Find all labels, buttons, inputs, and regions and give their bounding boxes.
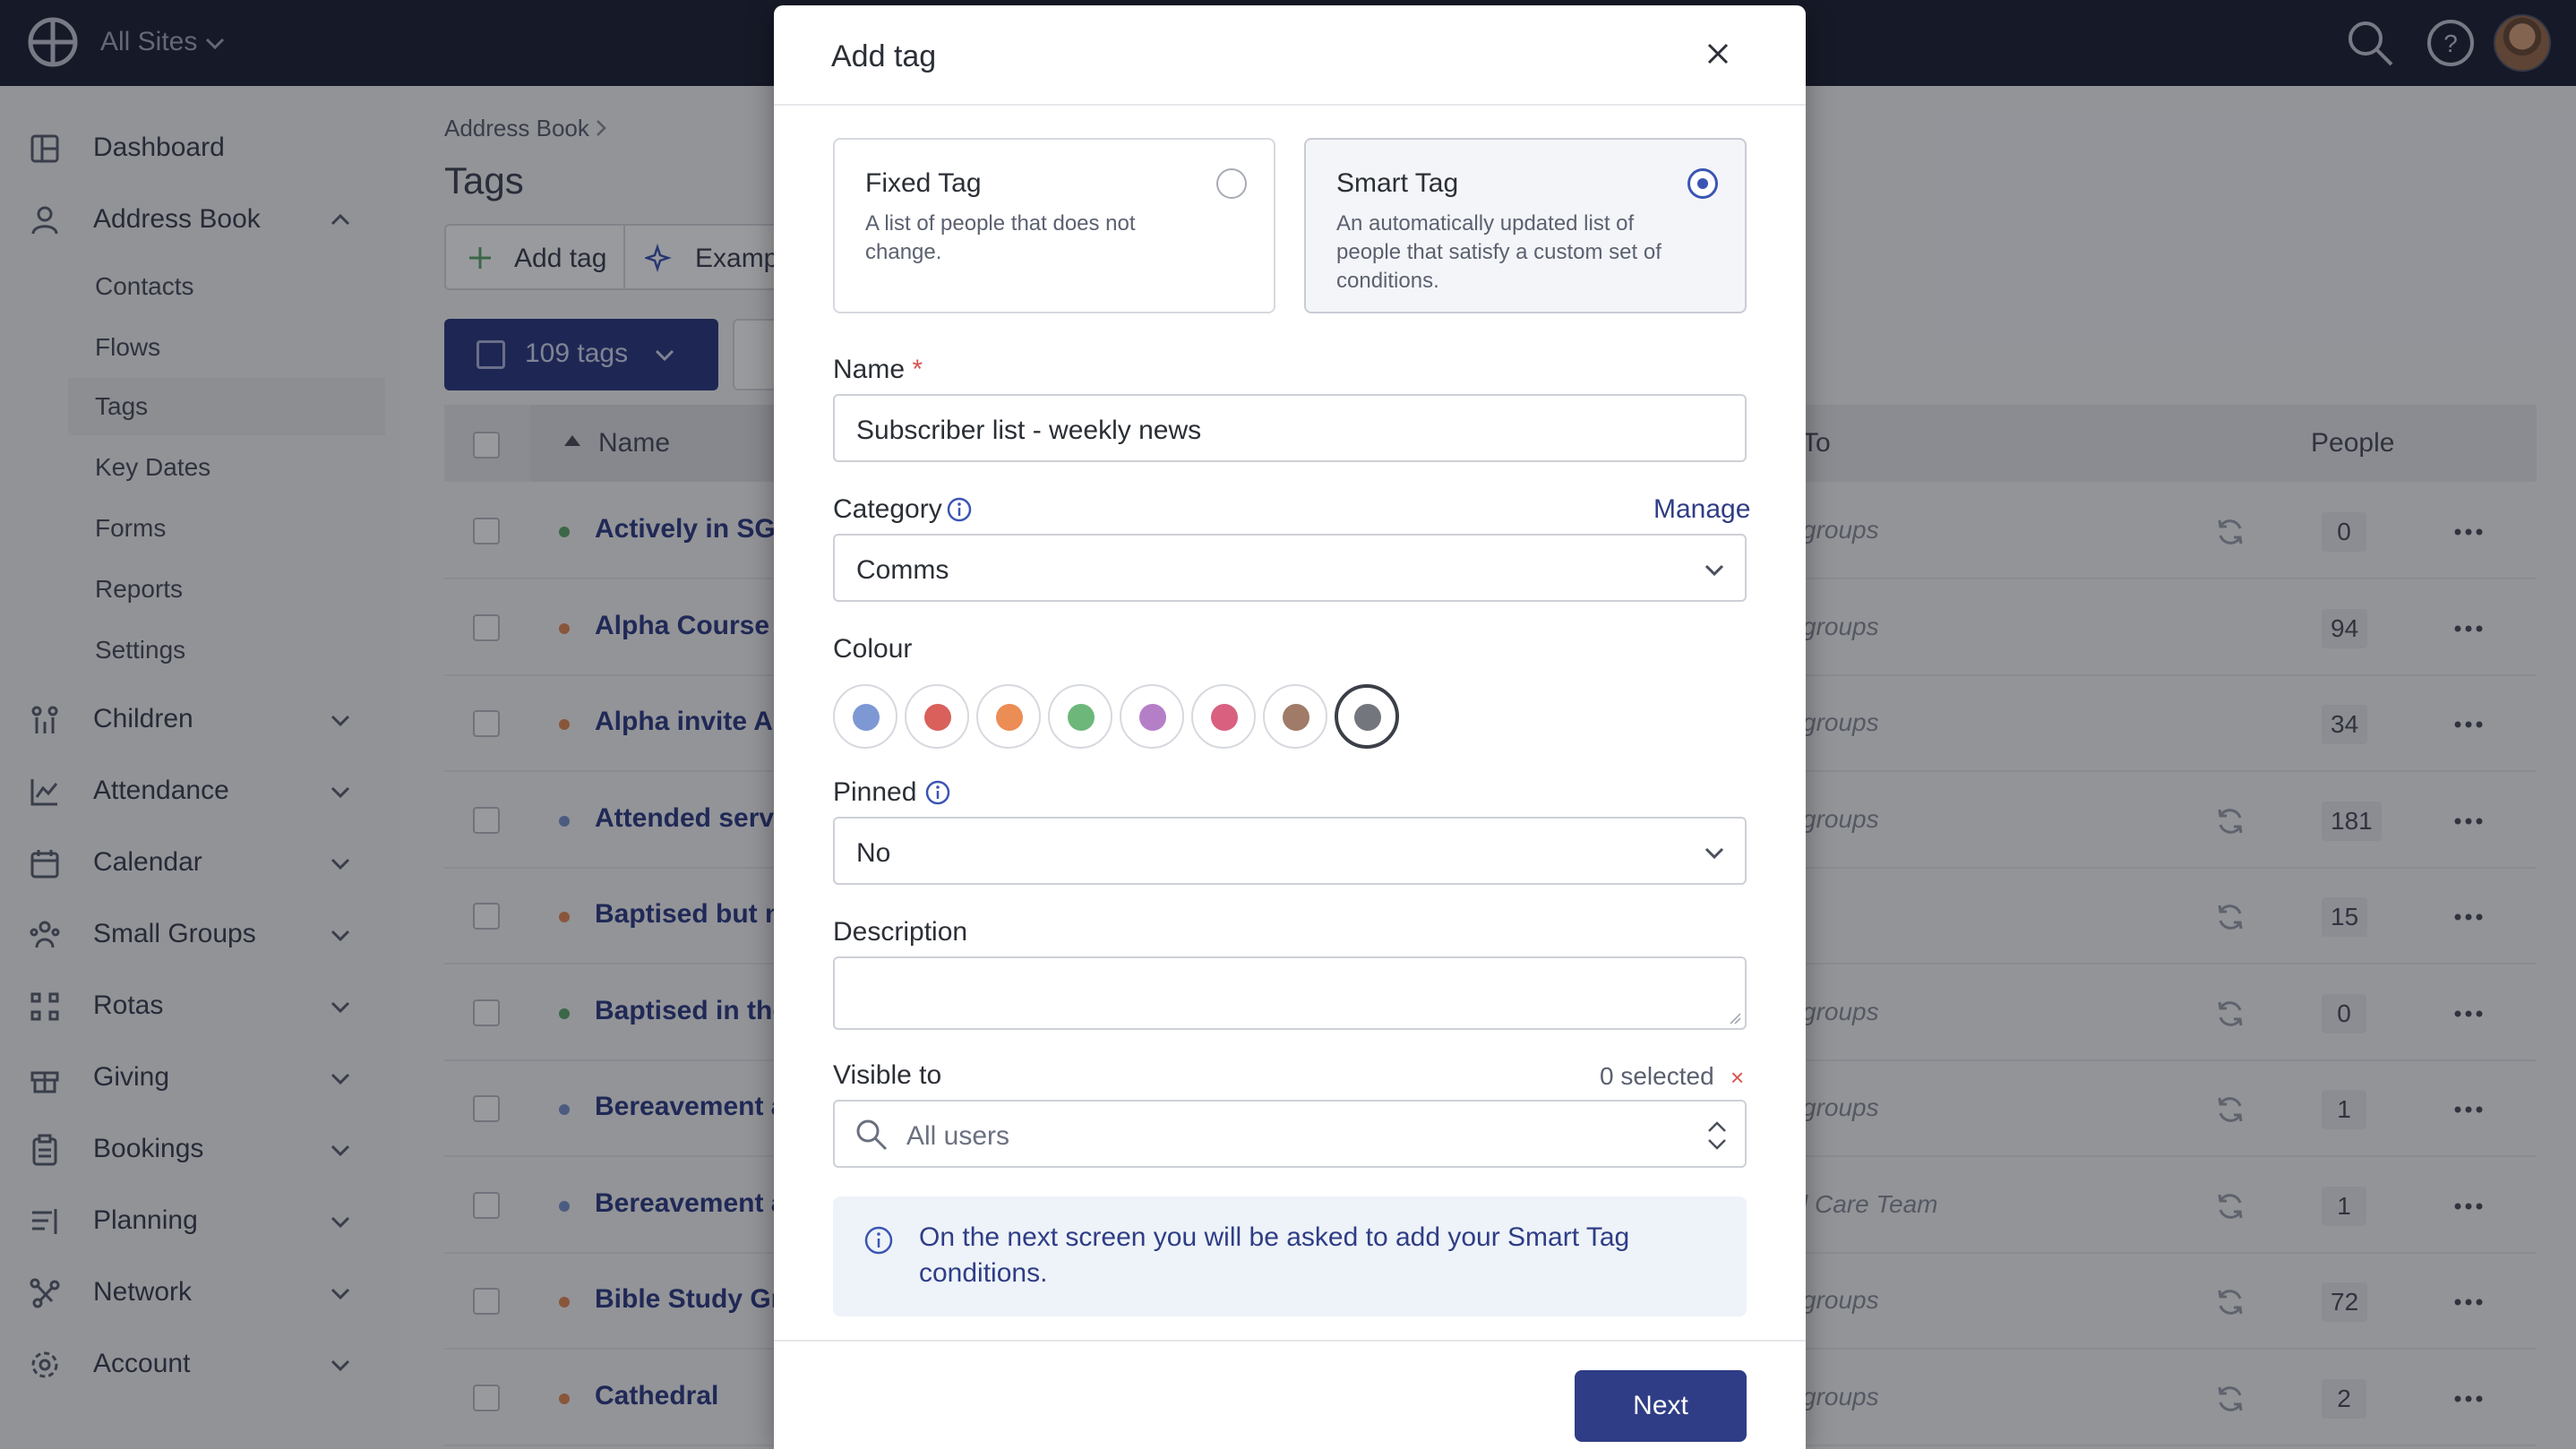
colour-swatch[interactable]	[1120, 684, 1184, 749]
colour-swatch[interactable]	[1263, 684, 1327, 749]
chevron-down-icon	[1704, 564, 1724, 577]
name-input-value: Subscriber list - weekly news	[856, 416, 1202, 445]
colour-swatch[interactable]	[905, 684, 969, 749]
fixed-tag-radio[interactable]	[1216, 168, 1247, 199]
visible-to-value: All users	[906, 1121, 1010, 1151]
visible-to-label: Visible to	[833, 1060, 942, 1090]
colour-swatch-fill	[1283, 704, 1309, 731]
info-icon[interactable]	[946, 496, 973, 523]
required-marker: *	[912, 355, 923, 384]
name-label: Name *	[833, 355, 923, 384]
category-select-value: Comms	[856, 555, 949, 585]
name-input[interactable]: Subscriber list - weekly news	[833, 394, 1747, 462]
visible-to-selected-count: 0 selected	[1600, 1062, 1714, 1090]
clear-selection-button[interactable]: ×	[1730, 1064, 1744, 1092]
notice-text: On the next screen you will be asked to …	[919, 1222, 1630, 1288]
info-icon	[864, 1226, 893, 1255]
colour-swatch[interactable]	[1048, 684, 1112, 749]
info-icon[interactable]	[924, 779, 951, 806]
colour-swatch[interactable]	[976, 684, 1041, 749]
dialog-header: Add tag	[774, 5, 1806, 106]
category-label: Category	[833, 494, 942, 524]
colour-swatch-fill	[1354, 704, 1381, 731]
smart-tag-radio[interactable]	[1687, 168, 1718, 199]
colour-swatch[interactable]	[1335, 684, 1399, 749]
fixed-tag-title: Fixed Tag	[865, 168, 982, 198]
description-textarea[interactable]	[833, 956, 1747, 1030]
search-icon	[856, 1119, 888, 1151]
next-button[interactable]: Next	[1575, 1370, 1747, 1442]
description-label: Description	[833, 917, 968, 947]
fixed-tag-option[interactable]: Fixed Tag A list of people that does not…	[833, 138, 1275, 313]
colour-swatch[interactable]	[1191, 684, 1256, 749]
colour-label: Colour	[833, 634, 913, 664]
chevron-down-icon	[1704, 847, 1724, 860]
resize-handle-icon[interactable]	[1727, 1010, 1741, 1025]
smart-tag-description: An automatically updated list of people …	[1336, 211, 1662, 293]
dialog-title: Add tag	[831, 39, 937, 73]
add-tag-dialog: Add tag Fixed Tag A list of people that …	[774, 5, 1806, 1449]
manage-categories-link[interactable]: Manage	[1653, 494, 1750, 525]
pinned-select-value: No	[856, 838, 891, 868]
colour-swatch-fill	[1139, 704, 1166, 731]
colour-swatch-fill	[1068, 704, 1095, 731]
pinned-label: Pinned	[833, 777, 917, 807]
colour-swatch-fill	[853, 704, 880, 731]
dialog-footer-divider	[774, 1340, 1806, 1342]
fixed-tag-description: A list of people that does not change.	[865, 211, 1136, 264]
visible-to-select[interactable]: All users	[833, 1100, 1747, 1168]
category-select[interactable]: Comms	[833, 534, 1747, 602]
colour-swatch-fill	[1211, 704, 1238, 731]
pinned-select[interactable]: No	[833, 817, 1747, 885]
smart-tag-notice: On the next screen you will be asked to …	[833, 1196, 1747, 1316]
colour-swatch-fill	[924, 704, 951, 731]
colour-swatch-fill	[996, 704, 1023, 731]
smart-tag-title: Smart Tag	[1336, 168, 1459, 198]
smart-tag-option[interactable]: Smart Tag An automatically updated list …	[1304, 138, 1747, 313]
close-icon[interactable]	[1702, 38, 1734, 70]
colour-swatch[interactable]	[833, 684, 897, 749]
sort-updown-icon	[1708, 1121, 1726, 1150]
